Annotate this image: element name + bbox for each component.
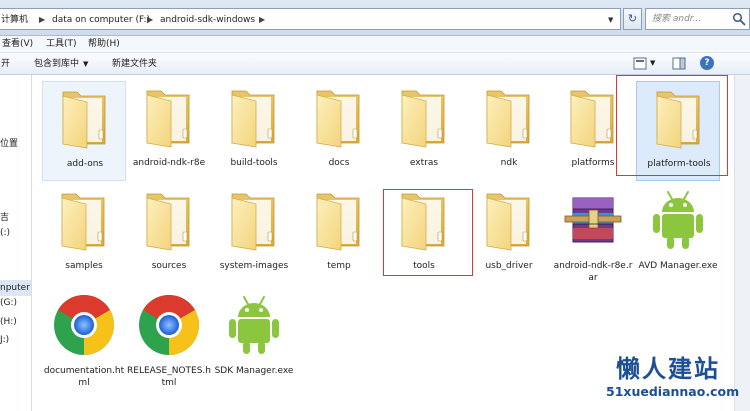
file-item[interactable]: platform-tools: [636, 81, 720, 181]
menu-bar: 查看(V) 工具(T) 帮助(H): [0, 36, 750, 53]
menu-help[interactable]: 帮助(H): [88, 38, 120, 51]
file-label: RELEASE_NOTES.html: [127, 366, 211, 388]
file-label: add-ons: [66, 159, 104, 169]
folder-icon: [647, 86, 711, 150]
address-bar-row: 计算机 ▶ data on computer (F:) ▶ android-sd…: [0, 0, 750, 36]
folder-icon: [477, 188, 541, 252]
nav-item-drive-g[interactable]: (G:): [0, 297, 17, 309]
watermark-title: 懒人建站: [616, 355, 720, 383]
file-label: documentation.html: [43, 366, 125, 388]
search-box[interactable]: 搜索 andr...: [645, 8, 750, 30]
file-label: samples: [65, 261, 103, 271]
file-item[interactable]: build-tools: [212, 81, 296, 181]
file-item[interactable]: samples: [42, 184, 126, 284]
refresh-button[interactable]: ↻: [623, 8, 642, 30]
file-label: usb_driver: [485, 261, 533, 271]
rar-archive-icon: [561, 188, 625, 252]
search-icon[interactable]: [732, 12, 746, 26]
file-label: platforms: [571, 158, 615, 168]
file-item[interactable]: add-ons: [42, 81, 126, 181]
file-item[interactable]: system-images: [212, 184, 296, 284]
folder-icon: [137, 188, 201, 252]
folder-icon: [52, 188, 116, 252]
folder-icon: [222, 188, 286, 252]
folder-icon: [477, 85, 541, 149]
view-options-icon[interactable]: [633, 57, 647, 70]
file-item[interactable]: docs: [297, 81, 381, 181]
help-icon[interactable]: ?: [700, 56, 714, 70]
file-item[interactable]: sources: [127, 184, 211, 284]
file-label: android-ndk-r8e: [132, 158, 206, 168]
nav-item-drive-j[interactable]: J:): [0, 334, 9, 346]
watermark-url: 51xuediannao.com: [606, 384, 740, 399]
search-placeholder: 搜索 andr...: [652, 14, 702, 24]
nav-item-drive-h[interactable]: (H:): [0, 316, 17, 328]
chevron-down-icon: ▼: [83, 60, 89, 68]
chrome-icon: [137, 293, 201, 357]
file-label: extras: [409, 158, 439, 168]
nav-item-partial[interactable]: 吉: [0, 212, 9, 224]
new-folder-button[interactable]: 新建文件夹: [112, 57, 157, 71]
folder-icon: [222, 85, 286, 149]
file-label: system-images: [219, 261, 289, 271]
address-bar[interactable]: 计算机 ▶ data on computer (F:) ▶ android-sd…: [0, 8, 621, 30]
folder-icon: [307, 85, 371, 149]
command-bar: 开 包含到库中 ▼ 新建文件夹 ▼ ?: [0, 53, 750, 75]
nav-item-drive[interactable]: (:): [0, 227, 10, 239]
file-label: build-tools: [230, 158, 278, 168]
file-item[interactable]: usb_driver: [467, 184, 551, 284]
chrome-icon: [52, 293, 116, 357]
address-dropdown-icon[interactable]: ▼: [608, 13, 618, 27]
file-item[interactable]: platforms: [551, 81, 635, 181]
file-item[interactable]: android-ndk-r8e.rar: [551, 184, 635, 284]
nav-item-computer[interactable]: nputer: [0, 282, 30, 294]
menu-view[interactable]: 查看(V): [2, 38, 33, 51]
navigation-pane: 位置 吉 (:) nputer (G:) (H:) J:): [0, 75, 32, 411]
include-in-library-button[interactable]: 包含到库中 ▼: [34, 57, 88, 71]
folder-icon: [137, 85, 201, 149]
file-item[interactable]: documentation.html: [42, 289, 126, 389]
file-label: docs: [328, 158, 350, 168]
open-button[interactable]: 开: [1, 57, 10, 71]
file-label: ndk: [500, 158, 518, 168]
breadcrumb-folder[interactable]: android-sdk-windows: [160, 13, 255, 27]
folder-icon: [392, 85, 456, 149]
file-item[interactable]: temp: [297, 184, 381, 284]
file-label: tools: [413, 261, 435, 271]
file-item[interactable]: tools: [382, 184, 466, 284]
file-item[interactable]: AVD Manager.exe: [636, 184, 720, 284]
file-label: SDK Manager.exe: [214, 366, 294, 376]
breadcrumb-separator-icon[interactable]: ▶: [39, 13, 47, 27]
preview-pane-icon[interactable]: [672, 57, 686, 70]
android-icon: [646, 188, 710, 252]
file-label: temp: [327, 261, 351, 271]
file-label: platform-tools: [647, 159, 711, 169]
file-label: AVD Manager.exe: [638, 261, 718, 271]
breadcrumb-separator-icon[interactable]: ▶: [147, 13, 155, 27]
include-in-library-label: 包含到库中: [34, 59, 80, 69]
folder-icon: [561, 85, 625, 149]
file-item[interactable]: extras: [382, 81, 466, 181]
menu-tools[interactable]: 工具(T): [46, 38, 77, 51]
breadcrumb-separator-icon[interactable]: ▶: [259, 13, 267, 27]
breadcrumb-computer[interactable]: 计算机: [1, 13, 28, 27]
chevron-down-icon[interactable]: ▼: [650, 59, 655, 67]
folder-icon: [53, 86, 117, 150]
nav-item-location[interactable]: 位置: [0, 138, 18, 150]
file-item[interactable]: RELEASE_NOTES.html: [127, 289, 211, 389]
file-item[interactable]: ndk: [467, 81, 551, 181]
file-item[interactable]: android-ndk-r8e: [127, 81, 211, 181]
android-icon: [222, 293, 286, 357]
file-label: android-ndk-r8e.rar: [553, 261, 633, 283]
file-item[interactable]: SDK Manager.exe: [212, 289, 296, 389]
folder-icon: [392, 188, 456, 252]
folder-icon: [307, 188, 371, 252]
refresh-icon: ↻: [627, 12, 638, 25]
breadcrumb-drive[interactable]: data on computer (F:): [52, 13, 150, 27]
file-label: sources: [151, 261, 187, 271]
